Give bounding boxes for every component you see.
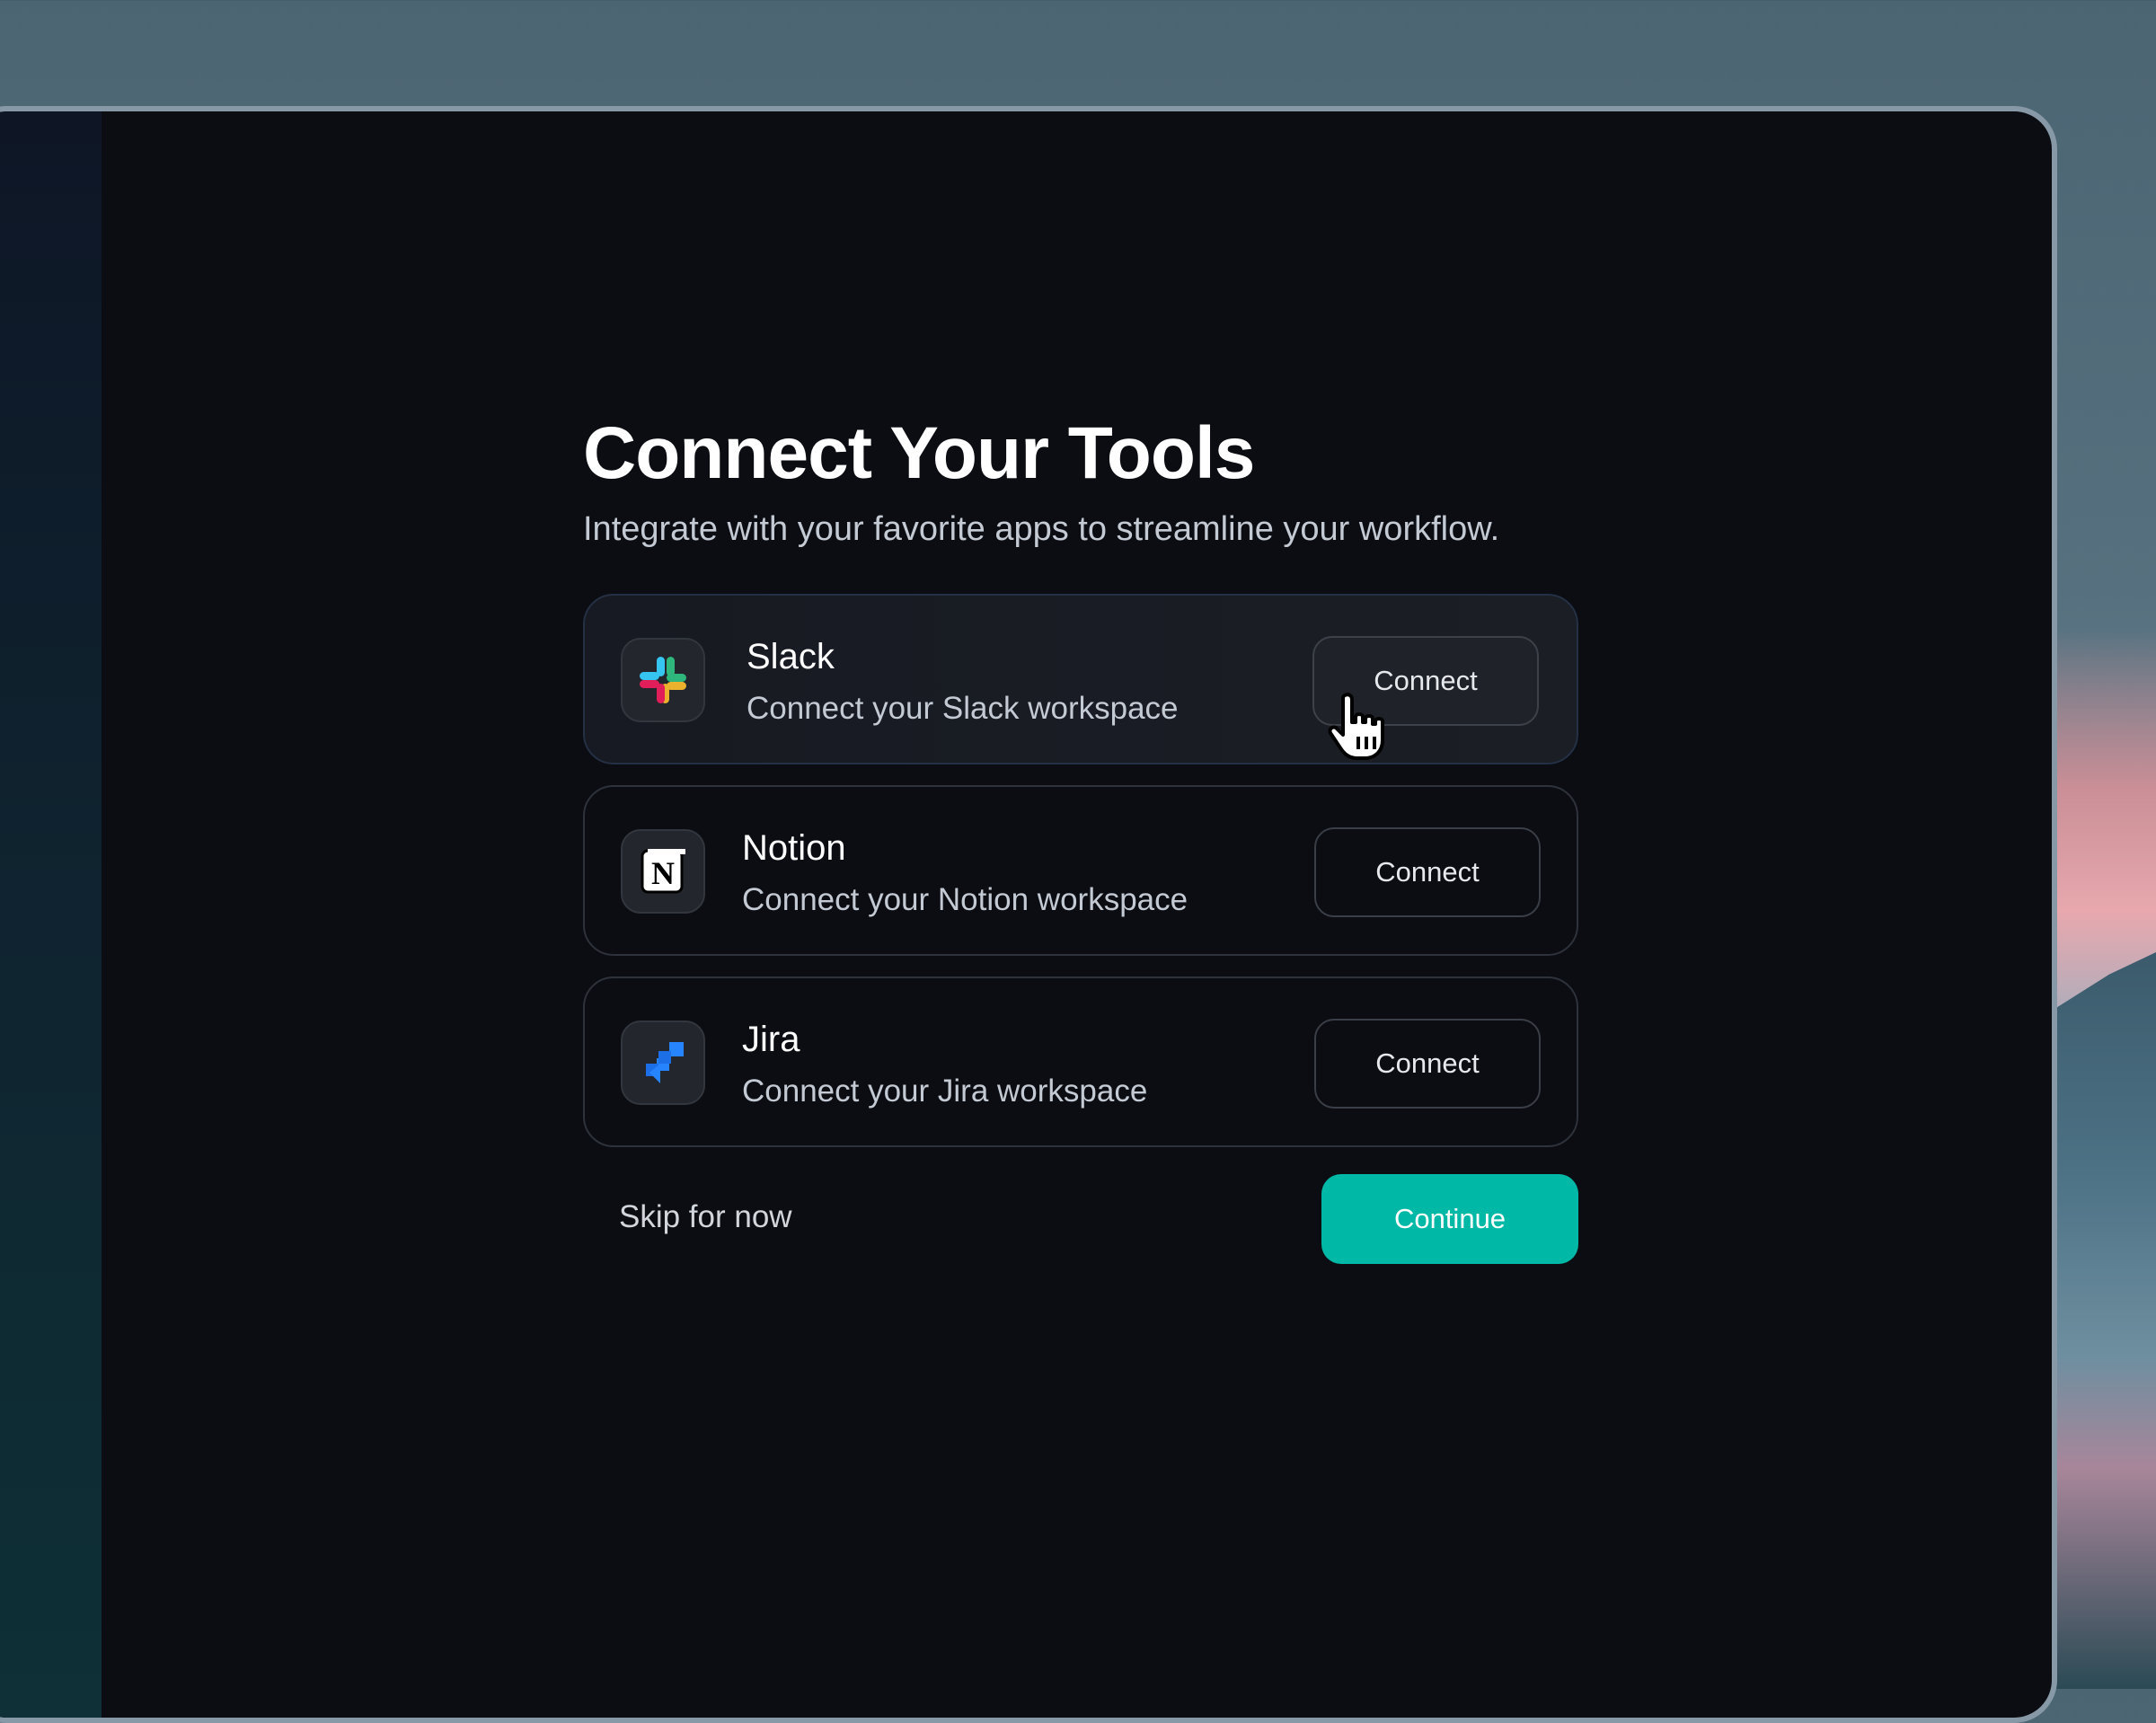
sidebar-edge	[0, 111, 102, 1718]
page-title: Connect Your Tools	[583, 412, 1255, 494]
onboarding-panel: Connect Your Tools Integrate with your f…	[583, 417, 1578, 1264]
integration-description: Connect your Slack workspace	[747, 691, 1179, 726]
integration-list: Slack Connect your Slack workspace Conne…	[583, 594, 1578, 1147]
slack-icon	[621, 638, 705, 722]
integration-card-slack: Slack Connect your Slack workspace Conne…	[583, 594, 1578, 764]
app-window: Connect Your Tools Integrate with your f…	[0, 106, 2057, 1723]
integration-name: Jira	[742, 1020, 800, 1059]
svg-text:N: N	[651, 855, 675, 891]
integration-card-notion: N Notion Connect your Notion workspace C…	[583, 785, 1578, 956]
page-subtitle: Integrate with your favorite apps to str…	[583, 510, 1500, 548]
continue-button[interactable]: Continue	[1321, 1174, 1578, 1264]
connect-jira-button[interactable]: Connect	[1314, 1019, 1541, 1109]
integration-description: Connect your Notion workspace	[742, 882, 1188, 917]
jira-icon	[621, 1021, 705, 1105]
integration-name: Notion	[742, 828, 846, 868]
connect-notion-button[interactable]: Connect	[1314, 827, 1541, 917]
integration-name: Slack	[747, 637, 835, 676]
notion-icon: N	[621, 829, 705, 914]
onboarding-actions: Skip for now Continue	[583, 1174, 1578, 1264]
integration-description: Connect your Jira workspace	[742, 1074, 1148, 1109]
pointer-cursor-icon	[1328, 693, 1384, 760]
skip-link[interactable]: Skip for now	[619, 1199, 792, 1235]
integration-card-jira: Jira Connect your Jira workspace Connect	[583, 976, 1578, 1147]
